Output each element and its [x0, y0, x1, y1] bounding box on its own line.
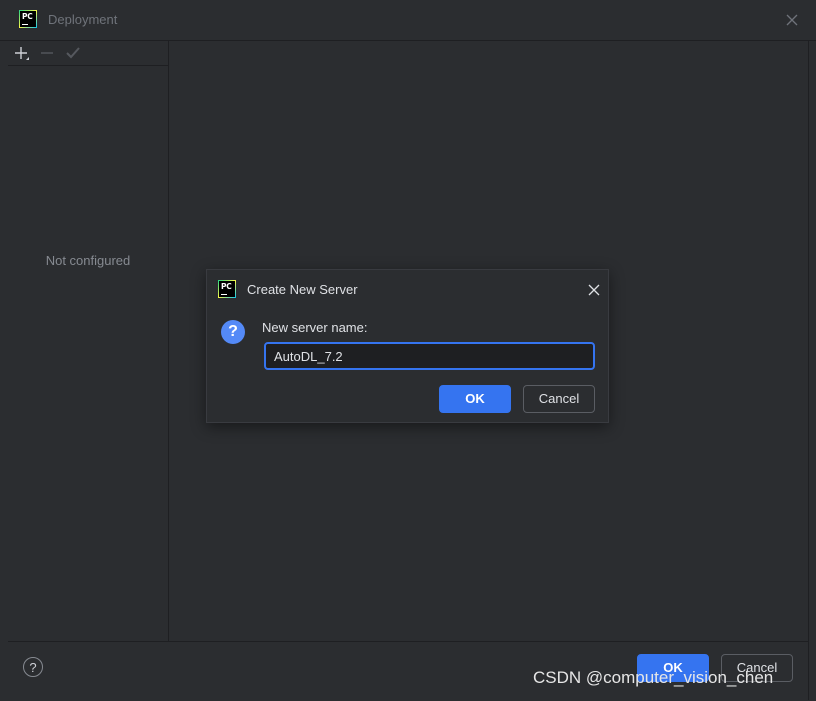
not-configured-label: Not configured — [45, 253, 131, 268]
window-left-edge — [0, 41, 8, 700]
server-name-input[interactable] — [264, 342, 595, 370]
pycharm-logo-icon: PC — [218, 280, 236, 298]
dialog-title: Create New Server — [247, 282, 358, 297]
csdn-watermark: CSDN @computer_vision_chen — [533, 668, 774, 687]
pycharm-logo-text: PC — [20, 11, 36, 27]
plus-icon[interactable] — [12, 44, 30, 62]
close-icon[interactable] — [587, 283, 601, 297]
server-list-toolbar — [8, 41, 168, 66]
dialog-ok-button[interactable]: OK — [439, 385, 511, 413]
title-bar: PC Deployment — [0, 0, 816, 41]
check-icon[interactable] — [64, 44, 82, 62]
window-right-edge — [808, 41, 816, 700]
pycharm-logo-icon: PC — [19, 10, 37, 28]
minus-icon[interactable] — [38, 44, 56, 62]
server-name-label: New server name: — [262, 320, 368, 335]
window-title: Deployment — [48, 12, 118, 27]
help-icon[interactable]: ? — [23, 657, 43, 677]
pycharm-logo-text: PC — [219, 281, 235, 297]
dialog-cancel-button[interactable]: Cancel — [523, 385, 595, 413]
deployment-window: PC Deployment Not configured ? OK Cancel… — [0, 0, 816, 701]
server-list-panel: Not configured — [8, 41, 169, 641]
create-new-server-dialog: PC Create New Server ? New server name: … — [206, 269, 609, 423]
question-icon: ? — [221, 320, 245, 344]
close-icon[interactable] — [785, 13, 799, 27]
